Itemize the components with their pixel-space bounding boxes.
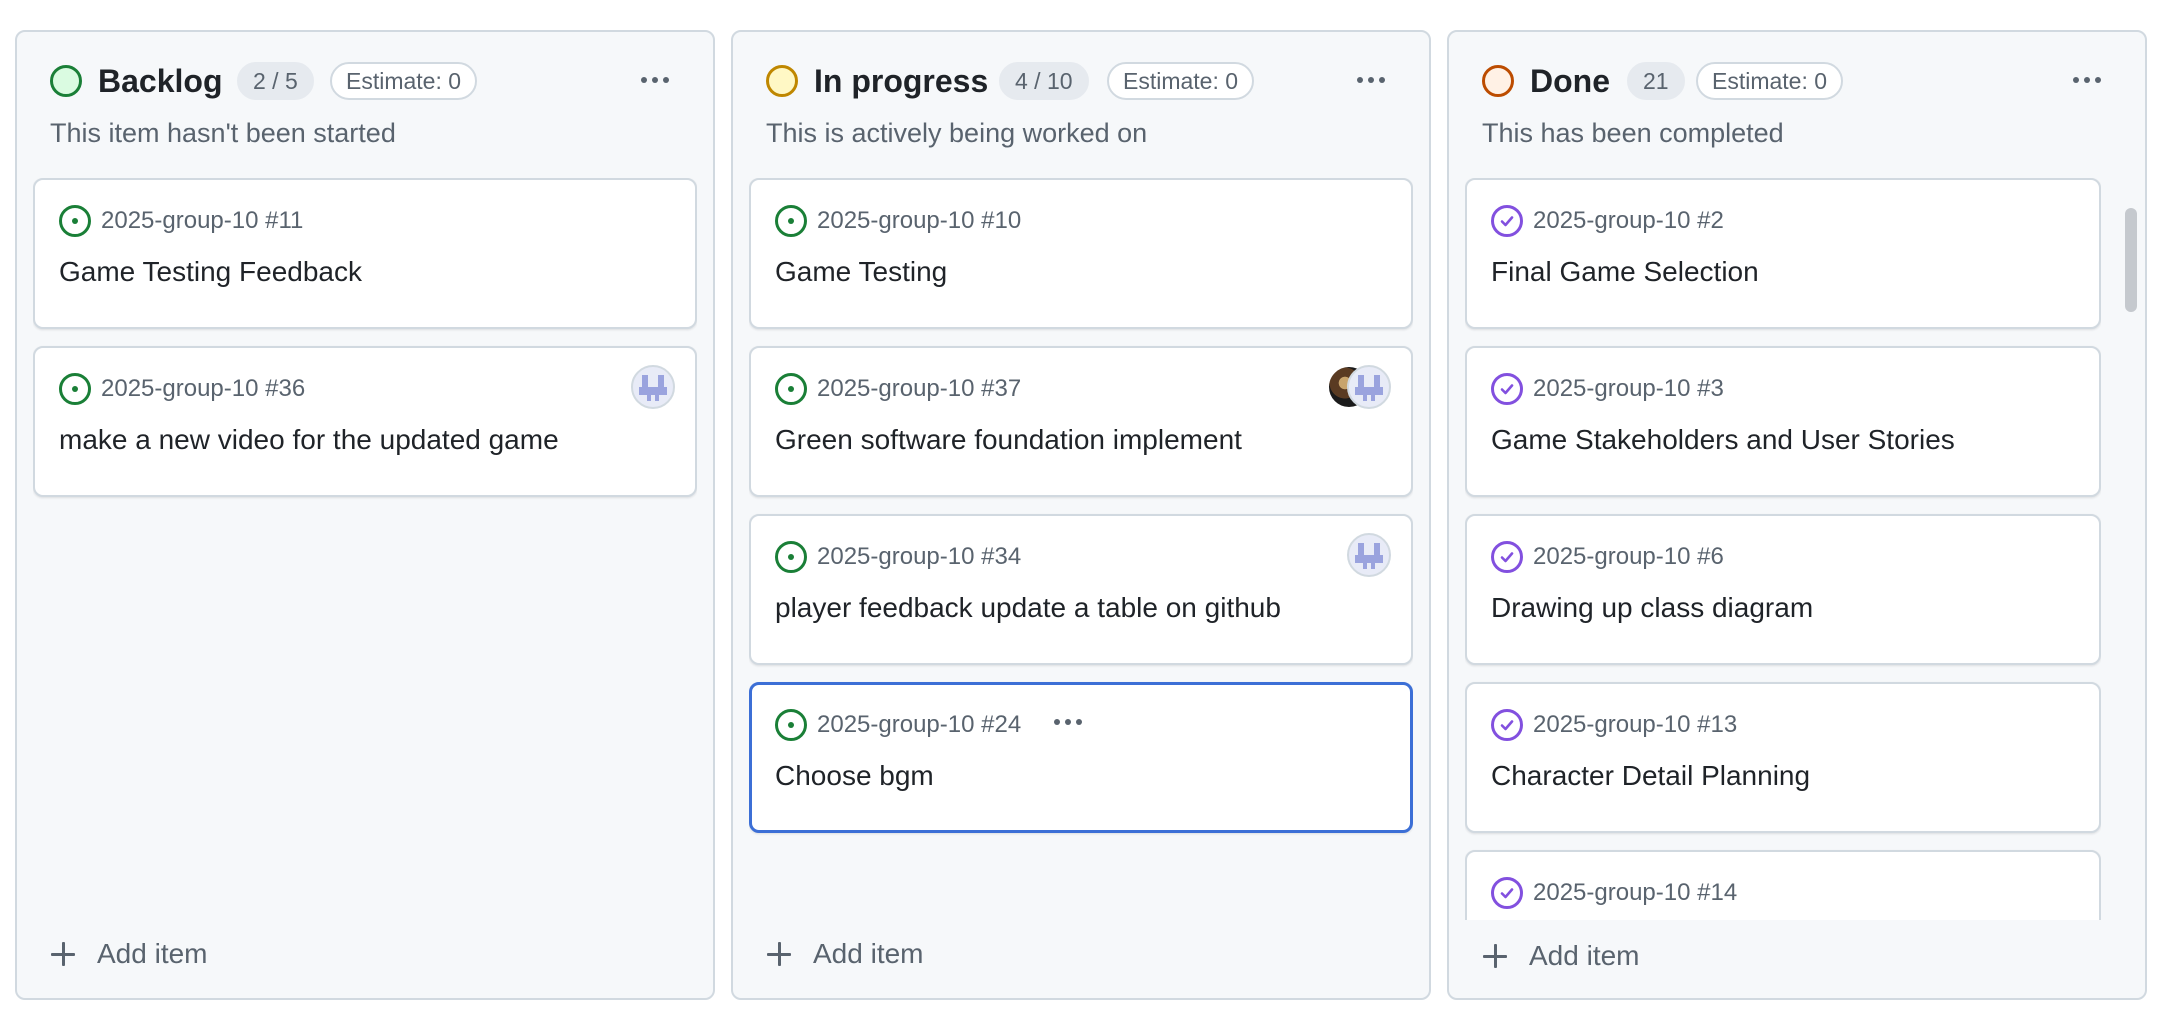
issue-card[interactable]: 2025-group-10 #37 Green software foundat…	[749, 346, 1413, 497]
card-list: 2025-group-10 #11 Game Testing Feedback …	[33, 178, 697, 918]
column-header: In progress 4 / 10 Estimate: 0 This is a…	[733, 32, 1429, 202]
item-count-badge: 21	[1627, 62, 1685, 100]
column-description: This item hasn't been started	[50, 118, 396, 148]
dot-icon	[1065, 719, 1071, 725]
issue-closed-check-icon	[1491, 877, 1523, 909]
plus-icon	[767, 942, 791, 966]
issue-title[interactable]: Drawing up class diagram	[1491, 590, 2079, 626]
add-item-label: Add item	[1529, 940, 1640, 971]
card-menu-button[interactable]	[1054, 719, 1082, 725]
issue-reference[interactable]: 2025-group-10 #11	[101, 206, 303, 236]
dot-icon	[2084, 77, 2090, 83]
status-circle-icon	[50, 65, 82, 97]
issue-open-icon	[775, 205, 807, 237]
issue-reference[interactable]: 2025-group-10 #10	[817, 206, 1021, 236]
estimate-badge: Estimate: 0	[1696, 62, 1844, 100]
issue-title[interactable]: Character Detail Planning	[1491, 758, 2079, 794]
issue-reference[interactable]: 2025-group-10 #14	[1533, 878, 1737, 908]
issue-title[interactable]: make a new video for the updated game	[59, 422, 675, 458]
column-in-progress: In progress 4 / 10 Estimate: 0 This is a…	[731, 30, 1431, 1000]
issue-reference[interactable]: 2025-group-10 #37	[817, 374, 1021, 404]
issue-reference[interactable]: 2025-group-10 #3	[1533, 374, 1724, 404]
issue-card[interactable]: 2025-group-10 #34 player feedback update…	[749, 514, 1413, 665]
issue-open-icon	[775, 373, 807, 405]
issue-card[interactable]: 2025-group-10 #36 make a new video for t…	[33, 346, 697, 497]
issue-card[interactable]: 2025-group-10 #6 Drawing up class diagra…	[1465, 514, 2101, 665]
add-item-button[interactable]: Add item	[767, 934, 924, 974]
issue-reference[interactable]: 2025-group-10 #6	[1533, 542, 1724, 572]
issue-title[interactable]: Game Stakeholders and User Stories	[1491, 422, 2079, 458]
add-item-button[interactable]: Add item	[1483, 936, 1640, 976]
dot-icon	[1054, 719, 1060, 725]
project-board: Backlog 2 / 5 Estimate: 0 This item hasn…	[0, 0, 2160, 1016]
add-item-label: Add item	[97, 938, 208, 969]
issue-open-icon	[775, 541, 807, 573]
issue-closed-check-icon	[1491, 541, 1523, 573]
dot-icon	[1368, 77, 1374, 83]
issue-card[interactable]: 2025-group-10 #2 Final Game Selection	[1465, 178, 2101, 329]
issue-title[interactable]: Choose bgm	[775, 758, 1390, 794]
issue-reference[interactable]: 2025-group-10 #24	[817, 710, 1021, 740]
item-count-badge: 4 / 10	[999, 62, 1089, 100]
dot-icon	[1357, 77, 1363, 83]
dot-icon	[663, 77, 669, 83]
issue-card-selected[interactable]: 2025-group-10 #24 Choose bgm	[749, 682, 1413, 833]
add-item-button[interactable]: Add item	[51, 934, 208, 974]
column-scrollbar[interactable]	[2123, 172, 2139, 918]
dot-icon	[1076, 719, 1082, 725]
status-circle-icon	[766, 65, 798, 97]
column-menu-button[interactable]	[1343, 62, 1399, 98]
plus-icon	[51, 942, 75, 966]
issue-reference[interactable]: 2025-group-10 #36	[101, 374, 305, 404]
issue-card[interactable]: 2025-group-10 #10 Game Testing	[749, 178, 1413, 329]
issue-closed-check-icon	[1491, 373, 1523, 405]
column-description: This has been completed	[1482, 118, 1784, 148]
issue-title[interactable]: Final Game Selection	[1491, 254, 2079, 290]
estimate-badge: Estimate: 0	[1107, 62, 1255, 100]
card-list: 2025-group-10 #2 Final Game Selection 20…	[1465, 178, 2101, 920]
issue-title[interactable]: Game Testing	[775, 254, 1391, 290]
column-description: This is actively being worked on	[766, 118, 1148, 148]
column-done: Done 21 Estimate: 0 This has been comple…	[1447, 30, 2147, 1000]
issue-card[interactable]: 2025-group-10 #14	[1465, 850, 2101, 920]
issue-open-icon	[775, 709, 807, 741]
column-title: Done	[1530, 63, 1610, 99]
dot-icon	[2095, 77, 2101, 83]
issue-open-icon	[59, 373, 91, 405]
issue-open-icon	[59, 205, 91, 237]
issue-closed-check-icon	[1491, 709, 1523, 741]
status-circle-icon	[1482, 65, 1514, 97]
assignee-avatar-icon[interactable]	[1347, 365, 1391, 409]
column-menu-button[interactable]	[2059, 62, 2115, 98]
issue-reference[interactable]: 2025-group-10 #2	[1533, 206, 1724, 236]
add-item-label: Add item	[813, 938, 924, 969]
issue-card[interactable]: 2025-group-10 #3 Game Stakeholders and U…	[1465, 346, 2101, 497]
column-title: In progress	[814, 63, 989, 99]
column-backlog: Backlog 2 / 5 Estimate: 0 This item hasn…	[15, 30, 715, 1000]
assignee-avatar-icon[interactable]	[631, 365, 675, 409]
column-menu-button[interactable]	[627, 62, 683, 98]
plus-icon	[1483, 944, 1507, 968]
issue-reference[interactable]: 2025-group-10 #34	[817, 542, 1021, 572]
estimate-badge: Estimate: 0	[330, 62, 478, 100]
dot-icon	[652, 77, 658, 83]
scrollbar-thumb[interactable]	[2125, 208, 2137, 312]
issue-card[interactable]: 2025-group-10 #13 Character Detail Plann…	[1465, 682, 2101, 833]
issue-title[interactable]: player feedback update a table on github	[775, 590, 1391, 626]
assignee-avatar-icon[interactable]	[1347, 533, 1391, 577]
item-count-badge: 2 / 5	[237, 62, 314, 100]
issue-closed-check-icon	[1491, 205, 1523, 237]
dot-icon	[2073, 77, 2079, 83]
column-header: Done 21 Estimate: 0 This has been comple…	[1449, 32, 2145, 202]
issue-title[interactable]: Game Testing Feedback	[59, 254, 675, 290]
issue-title[interactable]: Green software foundation implement	[775, 422, 1391, 458]
column-title: Backlog	[98, 63, 223, 99]
issue-card[interactable]: 2025-group-10 #11 Game Testing Feedback	[33, 178, 697, 329]
dot-icon	[1379, 77, 1385, 83]
card-list: 2025-group-10 #10 Game Testing 2025-grou…	[749, 178, 1413, 918]
issue-reference[interactable]: 2025-group-10 #13	[1533, 710, 1737, 740]
dot-icon	[641, 77, 647, 83]
column-header: Backlog 2 / 5 Estimate: 0 This item hasn…	[17, 32, 713, 202]
